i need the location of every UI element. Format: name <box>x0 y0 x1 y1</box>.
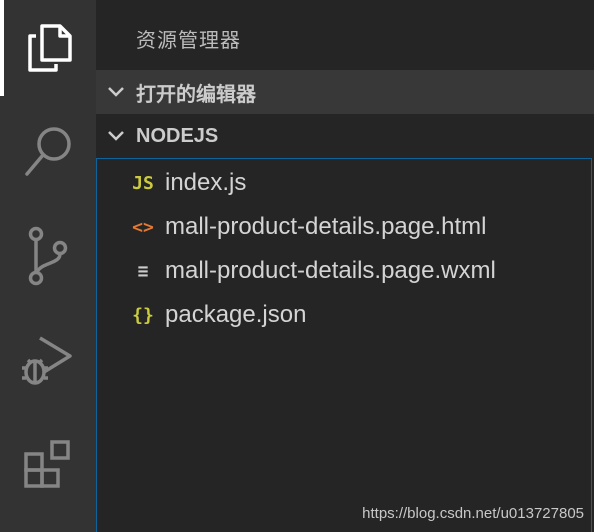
source-control-button[interactable] <box>0 212 96 300</box>
file-name: mall-product-details.page.wxml <box>165 257 496 284</box>
activity-bar <box>0 0 96 532</box>
file-name: package.json <box>165 301 307 328</box>
files-icon <box>28 24 72 72</box>
open-editors-label: 打开的编辑器 <box>136 83 256 106</box>
json-file-icon: {} <box>132 304 154 326</box>
extensions-button[interactable] <box>0 420 96 508</box>
workspace-folder-label: NODEJS <box>136 124 219 147</box>
search-icon <box>25 127 71 176</box>
file-tree: JS index.js <> mall-product-details.page… <box>96 158 592 532</box>
explorer-button[interactable] <box>0 4 96 92</box>
text-file-icon: ≡ <box>137 260 149 282</box>
file-item-wxml[interactable]: ≡ mall-product-details.page.wxml <box>97 249 593 293</box>
open-editors-header[interactable]: 打开的编辑器 <box>96 70 594 114</box>
run-debug-button[interactable] <box>0 316 96 404</box>
explorer-sidebar: 资源管理器 打开的编辑器 NODEJS JS index.js <> mall-… <box>96 0 594 532</box>
search-button[interactable] <box>0 108 96 196</box>
chevron-down-icon <box>96 86 136 98</box>
workspace-folder-header[interactable]: NODEJS <box>96 114 594 158</box>
run-debug-icon <box>22 336 72 385</box>
file-name: mall-product-details.page.html <box>165 213 487 240</box>
source-control-icon <box>28 226 68 286</box>
watermark: https://blog.csdn.net/u013727805 <box>362 505 584 522</box>
sidebar-title: 资源管理器 <box>136 30 241 52</box>
extensions-icon <box>24 440 70 488</box>
file-name: index.js <box>165 169 247 196</box>
html-file-icon: <> <box>132 216 154 238</box>
chevron-down-icon <box>96 130 136 142</box>
file-item-index-js[interactable]: JS index.js <box>97 161 593 205</box>
js-file-icon: JS <box>132 172 154 194</box>
file-item-html[interactable]: <> mall-product-details.page.html <box>97 205 593 249</box>
file-item-package-json[interactable]: {} package.json <box>97 293 593 337</box>
